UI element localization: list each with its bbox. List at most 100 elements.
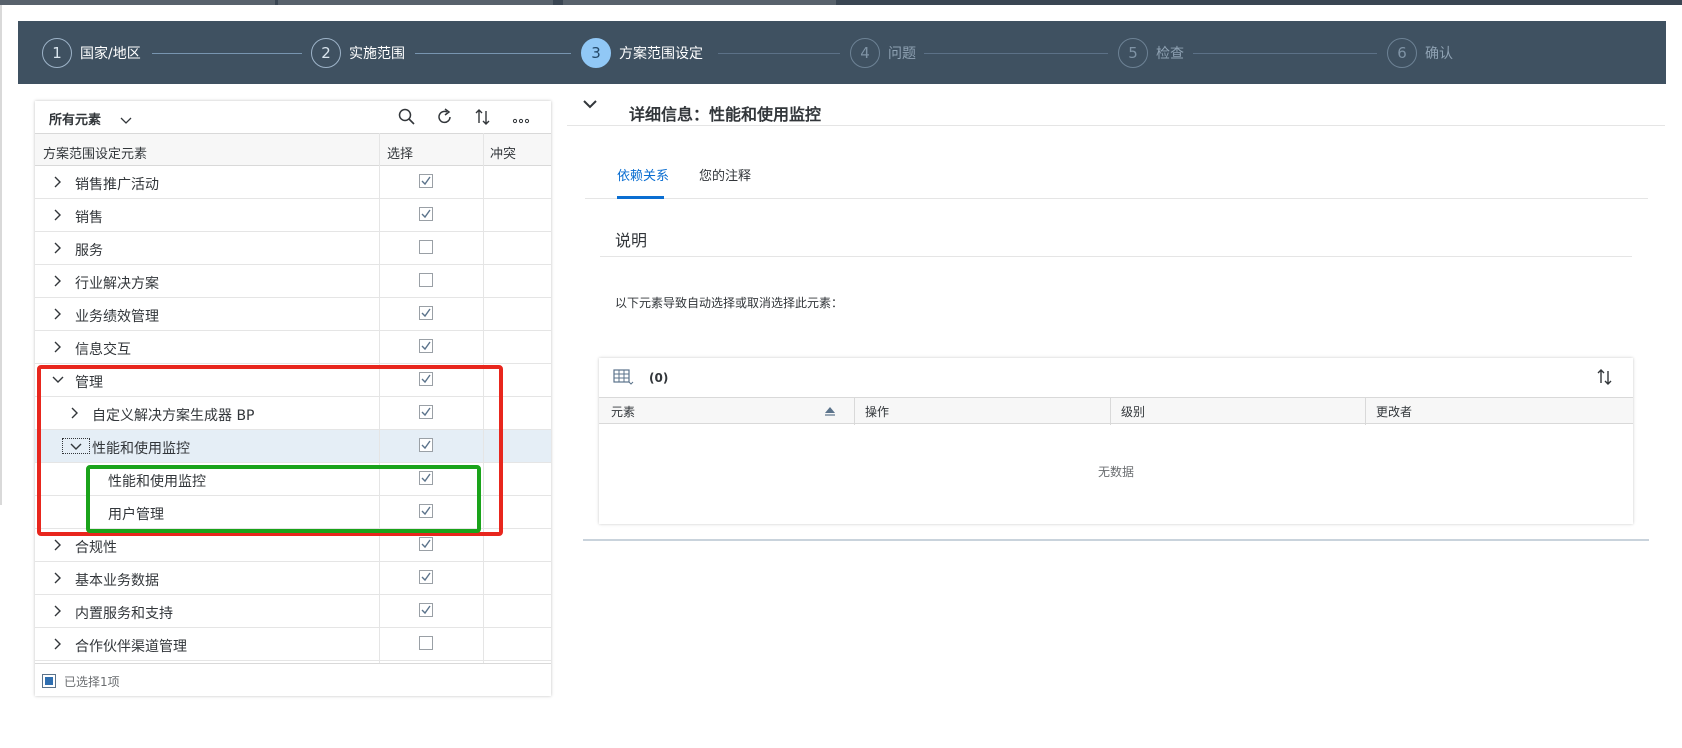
section-title: 说明 <box>615 231 648 250</box>
sort-icon[interactable] <box>473 107 493 127</box>
select-checkbox[interactable] <box>419 570 433 584</box>
select-checkbox[interactable] <box>419 537 433 551</box>
wizard-step-1[interactable]: 1 国家/地区 <box>42 37 141 69</box>
select-checkbox[interactable] <box>419 174 433 188</box>
tree-row[interactable]: 信息交互 <box>35 331 551 364</box>
table-settings-icon[interactable] <box>613 368 635 386</box>
step-number: 1 <box>42 38 72 68</box>
selection-count: 已选择1项 <box>64 675 120 689</box>
checkmark-icon <box>421 308 431 318</box>
select-checkbox[interactable] <box>419 306 433 320</box>
tree-row[interactable]: 行业解决方案 <box>35 265 551 298</box>
step-connector <box>1193 53 1377 54</box>
expand-chevron-icon[interactable] <box>51 273 65 287</box>
tree-row-label: 内置服务和支持 <box>75 606 173 622</box>
select-checkbox[interactable] <box>419 636 433 650</box>
column-divider <box>1110 398 1111 425</box>
select-checkbox[interactable] <box>419 603 433 617</box>
column-divider <box>1365 398 1366 425</box>
no-data-text: 无数据 <box>1097 465 1134 479</box>
expand-chevron-icon[interactable] <box>51 537 65 551</box>
step-number: 4 <box>850 38 880 68</box>
select-all-checkbox[interactable] <box>42 674 56 688</box>
column-header-conflict[interactable]: 冲突 <box>490 143 516 162</box>
tree-row[interactable]: 合作伙伴渠道管理 <box>35 628 551 661</box>
select-checkbox[interactable] <box>419 207 433 221</box>
tree-row-label: 业务绩效管理 <box>75 309 159 325</box>
step-connector <box>415 53 571 54</box>
column-header-element[interactable]: 方案范围设定元素 <box>43 143 147 162</box>
select-checkbox[interactable] <box>419 240 433 254</box>
expand-chevron-icon[interactable] <box>51 570 65 584</box>
divider <box>583 539 1649 541</box>
expand-chevron-icon[interactable] <box>51 240 65 254</box>
column-header-element[interactable]: 元素 <box>611 403 635 420</box>
wizard-roadmap: 1 国家/地区 2 实施范围 3 方案范围设定 4 问题 5 检查 6 确认 <box>18 21 1666 84</box>
select-checkbox[interactable] <box>419 273 433 287</box>
expand-chevron-icon[interactable] <box>51 603 65 617</box>
top-tab[interactable] <box>563 0 836 5</box>
selection-footer: 已选择1项 <box>35 663 551 696</box>
tree-row-label: 销售 <box>75 210 103 226</box>
tree-row-label: 信息交互 <box>75 342 131 358</box>
sort-icon[interactable] <box>1595 367 1615 387</box>
expand-chevron-icon[interactable] <box>51 636 65 650</box>
step-number: 5 <box>1118 38 1148 68</box>
tree-row[interactable]: 销售推广活动 <box>35 166 551 199</box>
search-icon[interactable] <box>397 107 417 127</box>
column-header-changed-by[interactable]: 更改者 <box>1376 403 1412 420</box>
tree-row-label: 合作伙伴渠道管理 <box>75 639 187 655</box>
wizard-step-4[interactable]: 4 问题 <box>850 37 916 69</box>
step-connector <box>924 53 1108 54</box>
column-divider <box>854 398 855 425</box>
checkmark-icon <box>421 572 431 582</box>
expand-chevron-icon[interactable] <box>51 306 65 320</box>
tree-row-label: 合规性 <box>75 540 117 556</box>
tab-dependencies[interactable]: 依赖关系 <box>617 165 669 184</box>
top-tab[interactable] <box>0 0 275 5</box>
collapse-chevron-icon[interactable] <box>582 98 598 112</box>
window-edge <box>0 5 2 505</box>
element-filter-select[interactable]: 所有元素 <box>49 109 132 128</box>
wizard-step-5[interactable]: 5 检查 <box>1118 37 1184 69</box>
checkmark-icon <box>421 209 431 219</box>
wizard-step-3[interactable]: 3 方案范围设定 <box>581 37 703 69</box>
step-label: 实施范围 <box>349 46 405 62</box>
step-number: 3 <box>581 38 611 68</box>
green-highlight-box <box>86 465 481 533</box>
checkmark-icon <box>421 605 431 615</box>
refresh-icon[interactable] <box>435 107 455 127</box>
top-tab[interactable] <box>278 0 553 5</box>
column-header-level[interactable]: 级别 <box>1121 403 1145 420</box>
step-connector <box>718 53 840 54</box>
tree-row[interactable]: 内置服务和支持 <box>35 595 551 628</box>
expand-chevron-icon[interactable] <box>51 339 65 353</box>
tree-row[interactable]: 业务绩效管理 <box>35 298 551 331</box>
wizard-step-2[interactable]: 2 实施范围 <box>311 37 405 69</box>
table-toolbar: 所有元素 <box>35 101 551 133</box>
step-label: 检查 <box>1156 46 1184 62</box>
description-text: 以下元素导致自动选择或取消选择此元素： <box>615 296 844 310</box>
tabs-divider <box>585 198 1648 199</box>
row-count: (0) <box>649 371 669 385</box>
tree-row[interactable]: 销售 <box>35 199 551 232</box>
chevron-down-icon <box>120 117 132 124</box>
column-header-select[interactable]: 选择 <box>387 143 413 162</box>
expand-chevron-icon[interactable] <box>51 207 65 221</box>
column-header-action[interactable]: 操作 <box>865 403 889 420</box>
tree-row[interactable]: 服务 <box>35 232 551 265</box>
tab-your-notes[interactable]: 您的注释 <box>699 165 751 184</box>
checkmark-icon <box>421 341 431 351</box>
select-checkbox[interactable] <box>419 339 433 353</box>
step-label: 国家/地区 <box>80 46 141 62</box>
wizard-step-6[interactable]: 6 确认 <box>1387 37 1453 69</box>
expand-chevron-icon[interactable] <box>51 174 65 188</box>
step-label: 确认 <box>1425 46 1453 62</box>
top-tab-strip <box>0 0 1682 5</box>
tree-row[interactable]: 基本业务数据 <box>35 562 551 595</box>
tree-row-label: 服务 <box>75 243 103 259</box>
tree-row-label: 销售推广活动 <box>75 177 159 193</box>
step-label: 方案范围设定 <box>619 46 703 62</box>
overflow-icon[interactable] <box>511 107 531 127</box>
detail-title: 详细信息：性能和使用监控 <box>629 105 822 124</box>
